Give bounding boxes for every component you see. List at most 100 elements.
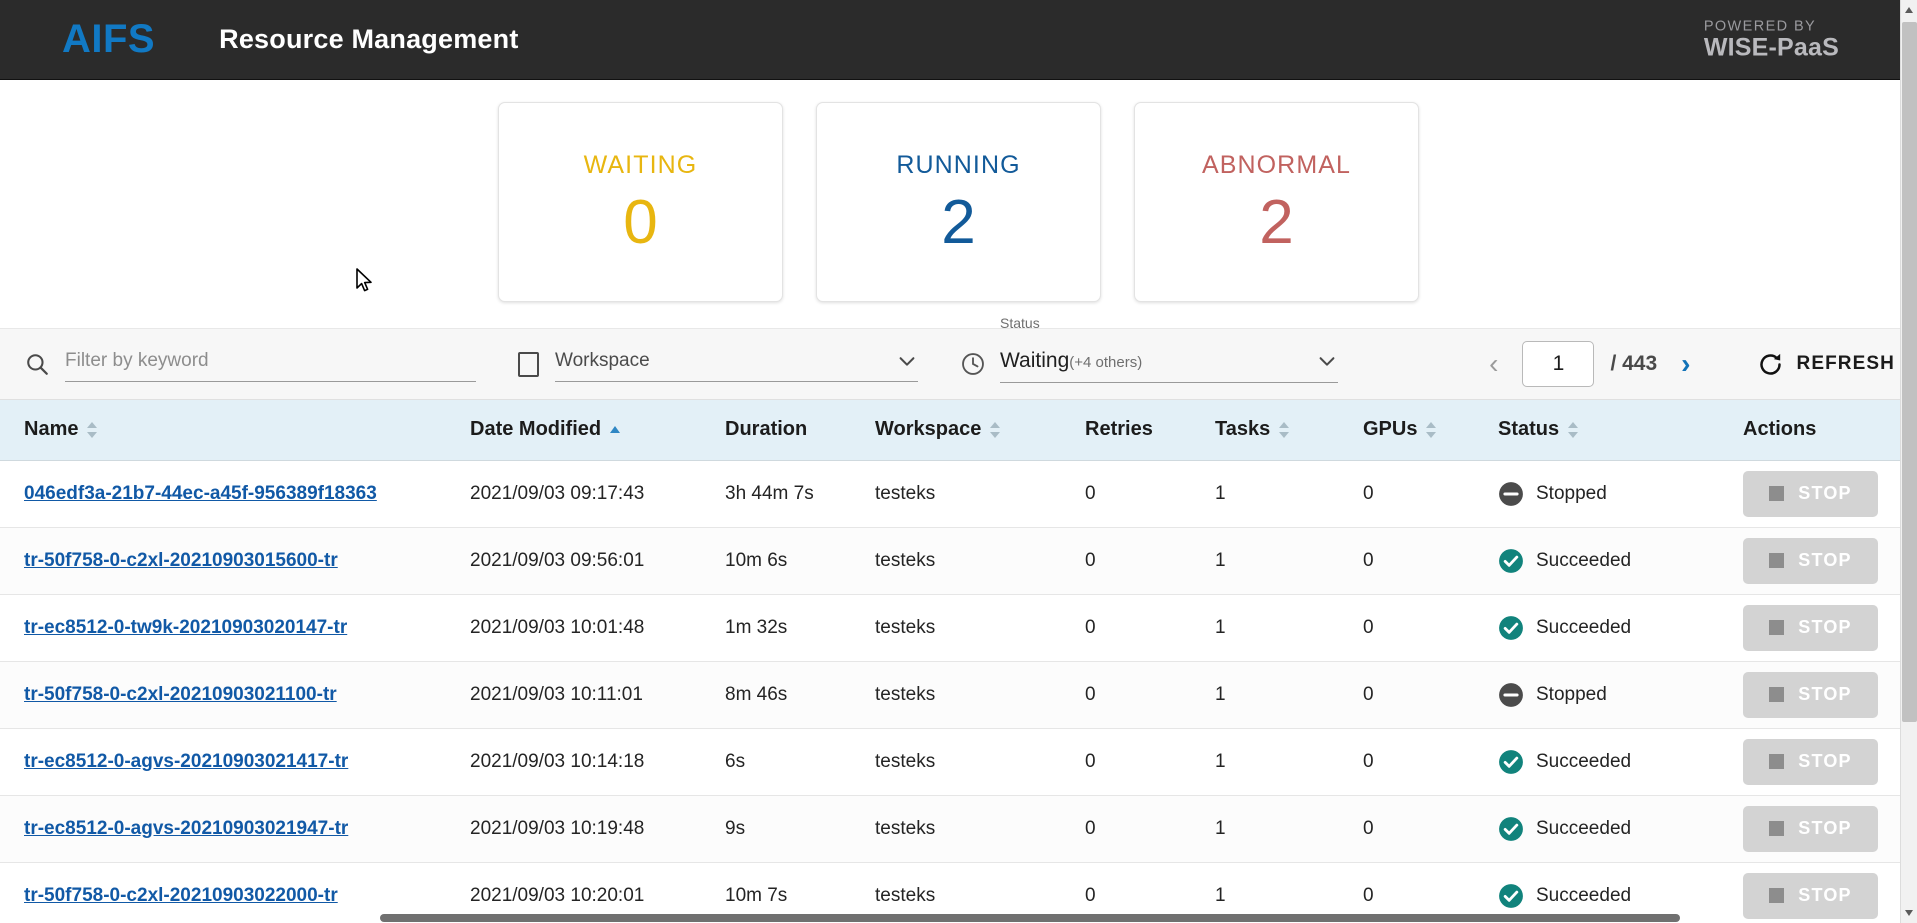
summary-card-abnormal[interactable]: ABNORMAL 2 bbox=[1134, 102, 1419, 302]
status-badge: Succeeded bbox=[1498, 749, 1743, 775]
table-row[interactable]: tr-ec8512-0-agvs-20210903021947-tr 2021/0… bbox=[0, 795, 1900, 863]
stop-button[interactable]: STOP bbox=[1743, 604, 1878, 651]
search-icon bbox=[27, 354, 48, 375]
search-input[interactable] bbox=[65, 346, 476, 382]
stop-square-icon bbox=[1769, 620, 1785, 635]
wisepaas-brand-label: WISE-PaaS bbox=[1703, 32, 1839, 61]
table-cell-date-modified: 2021/09/03 09:56:01 bbox=[470, 527, 725, 595]
refresh-button-label: REFRESH bbox=[1796, 353, 1895, 374]
table-cell-retries: 0 bbox=[1085, 460, 1215, 528]
resource-name-link[interactable]: tr-ec8512-0-tw9k-20210903020147-tr bbox=[24, 617, 347, 638]
table-cell-tasks: 1 bbox=[1215, 460, 1363, 528]
column-header-retries: Retries bbox=[1085, 400, 1215, 461]
horizontal-scrollbar-thumb[interactable] bbox=[380, 914, 1680, 922]
stop-button[interactable]: STOP bbox=[1743, 537, 1878, 584]
table-cell-workspace: testeks bbox=[875, 795, 1085, 863]
workspace-filter[interactable]: Workspace bbox=[518, 346, 918, 382]
next-page-button[interactable]: › bbox=[1673, 348, 1698, 380]
table-cell-actions: STOP bbox=[1743, 594, 1900, 662]
app-header: AIFS Resource Management POWERED BY WISE… bbox=[0, 0, 1917, 80]
summary-card-waiting-label: WAITING bbox=[583, 150, 698, 179]
vertical-scrollbar[interactable] bbox=[1900, 0, 1917, 923]
status-filter[interactable]: Status Waiting(+4 others) bbox=[960, 315, 1338, 383]
resource-name-link[interactable]: tr-50f758-0-c2xl-20210903021100-tr bbox=[24, 684, 337, 705]
table-row[interactable]: tr-ec8512-0-agvs-20210903021417-tr 2021/0… bbox=[0, 728, 1900, 796]
sort-neutral-icon[interactable] bbox=[1424, 420, 1438, 440]
column-header-status[interactable]: Status bbox=[1498, 400, 1743, 461]
scroll-up-arrow-icon[interactable] bbox=[1905, 7, 1913, 13]
stop-button[interactable]: STOP bbox=[1743, 805, 1878, 852]
table-cell-status: Stopped bbox=[1498, 460, 1743, 528]
table-cell-name: tr-50f758-0-c2xl-20210903015600-tr bbox=[0, 527, 470, 595]
sort-neutral-icon[interactable] bbox=[85, 420, 99, 440]
column-header-workspace[interactable]: Workspace bbox=[875, 400, 1085, 461]
column-header-name-label: Name bbox=[24, 418, 79, 441]
table-cell-duration: 9s bbox=[725, 795, 875, 863]
table-cell-status: Succeeded bbox=[1498, 527, 1743, 595]
check-circle-icon bbox=[1499, 615, 1523, 640]
status-filter-caption: Status bbox=[1000, 315, 1040, 331]
summary-card-running[interactable]: RUNNING 2 bbox=[816, 102, 1101, 302]
table-cell-status: Succeeded bbox=[1498, 795, 1743, 863]
status-badge: Succeeded bbox=[1498, 883, 1743, 909]
column-header-date-modified[interactable]: Date Modified bbox=[470, 400, 725, 461]
status-label: Stopped bbox=[1536, 683, 1607, 705]
table-cell-date-modified: 2021/09/03 10:19:48 bbox=[470, 795, 725, 863]
summary-card-running-value: 2 bbox=[941, 187, 976, 257]
table-cell-duration: 1m 32s bbox=[725, 594, 875, 662]
stop-button-label: STOP bbox=[1798, 684, 1852, 704]
resource-name-link[interactable]: tr-50f758-0-c2xl-20210903015600-tr bbox=[24, 550, 338, 571]
stop-square-icon bbox=[1769, 888, 1785, 903]
table-cell-gpus: 0 bbox=[1363, 795, 1498, 863]
table-cell-date-modified: 2021/09/03 10:14:18 bbox=[470, 728, 725, 796]
check-circle-icon bbox=[1499, 883, 1523, 908]
stop-button[interactable]: STOP bbox=[1743, 872, 1878, 919]
minus-circle-icon bbox=[1499, 682, 1523, 707]
sort-neutral-icon[interactable] bbox=[1566, 420, 1580, 440]
filter-toolbar: Workspace Status Waiting(+4 others) ‹ / … bbox=[0, 315, 1917, 400]
table-row[interactable]: 046edf3a-21b7-44ec-a45f-956389f18363 2021… bbox=[0, 460, 1900, 528]
stop-square-icon bbox=[1769, 821, 1785, 836]
table-cell-actions: STOP bbox=[1743, 795, 1900, 863]
horizontal-scrollbar[interactable] bbox=[0, 913, 1900, 923]
status-select[interactable]: Waiting(+4 others) bbox=[1000, 345, 1338, 383]
page-number-input[interactable] bbox=[1522, 341, 1595, 387]
resource-name-link[interactable]: 046edf3a-21b7-44ec-a45f-956389f18363 bbox=[24, 483, 377, 504]
column-header-retries-label: Retries bbox=[1085, 418, 1153, 441]
stop-square-icon bbox=[1769, 553, 1785, 568]
column-header-date-modified-label: Date Modified bbox=[470, 418, 602, 441]
summary-card-abnormal-value: 2 bbox=[1259, 187, 1294, 257]
summary-card-running-label: RUNNING bbox=[896, 150, 1021, 179]
checkbox-square-icon[interactable] bbox=[518, 351, 539, 377]
table-cell-name: tr-ec8512-0-agvs-20210903021417-tr bbox=[0, 728, 470, 796]
refresh-button[interactable]: REFRESH bbox=[1757, 351, 1896, 378]
table-row[interactable]: tr-ec8512-0-tw9k-20210903020147-tr 2021/0… bbox=[0, 594, 1900, 662]
prev-page-button[interactable]: ‹ bbox=[1481, 348, 1506, 380]
chevron-down-icon[interactable] bbox=[896, 350, 918, 372]
table-cell-retries: 0 bbox=[1085, 527, 1215, 595]
status-label: Succeeded bbox=[1536, 750, 1632, 772]
table-cell-workspace: testeks bbox=[875, 460, 1085, 528]
sort-ascending-icon[interactable] bbox=[608, 420, 622, 440]
sort-neutral-icon[interactable] bbox=[988, 420, 1002, 440]
resource-name-link[interactable]: tr-ec8512-0-agvs-20210903021947-tr bbox=[24, 818, 348, 839]
vertical-scrollbar-thumb[interactable] bbox=[1902, 22, 1917, 722]
column-header-name[interactable]: Name bbox=[0, 400, 470, 461]
summary-card-waiting[interactable]: WAITING 0 bbox=[498, 102, 783, 302]
stop-button[interactable]: STOP bbox=[1743, 738, 1878, 785]
scroll-down-arrow-icon[interactable] bbox=[1905, 910, 1913, 916]
resource-name-link[interactable]: tr-ec8512-0-agvs-20210903021417-tr bbox=[24, 751, 348, 772]
chevron-down-icon[interactable] bbox=[1316, 350, 1338, 372]
column-header-actions: Actions bbox=[1743, 400, 1900, 461]
sort-neutral-icon[interactable] bbox=[1277, 420, 1291, 440]
table-row[interactable]: tr-50f758-0-c2xl-20210903015600-tr 2021/0… bbox=[0, 527, 1900, 595]
table-row[interactable]: tr-50f758-0-c2xl-20210903021100-tr 2021/0… bbox=[0, 661, 1900, 729]
workspace-select[interactable]: Workspace bbox=[555, 346, 918, 382]
stop-button[interactable]: STOP bbox=[1743, 470, 1878, 517]
table-cell-gpus: 0 bbox=[1363, 527, 1498, 595]
stop-button[interactable]: STOP bbox=[1743, 671, 1878, 718]
summary-card-abnormal-label: ABNORMAL bbox=[1201, 150, 1352, 179]
column-header-gpus[interactable]: GPUs bbox=[1363, 400, 1498, 461]
column-header-tasks[interactable]: Tasks bbox=[1215, 400, 1363, 461]
resource-name-link[interactable]: tr-50f758-0-c2xl-20210903022000-tr bbox=[24, 885, 338, 906]
